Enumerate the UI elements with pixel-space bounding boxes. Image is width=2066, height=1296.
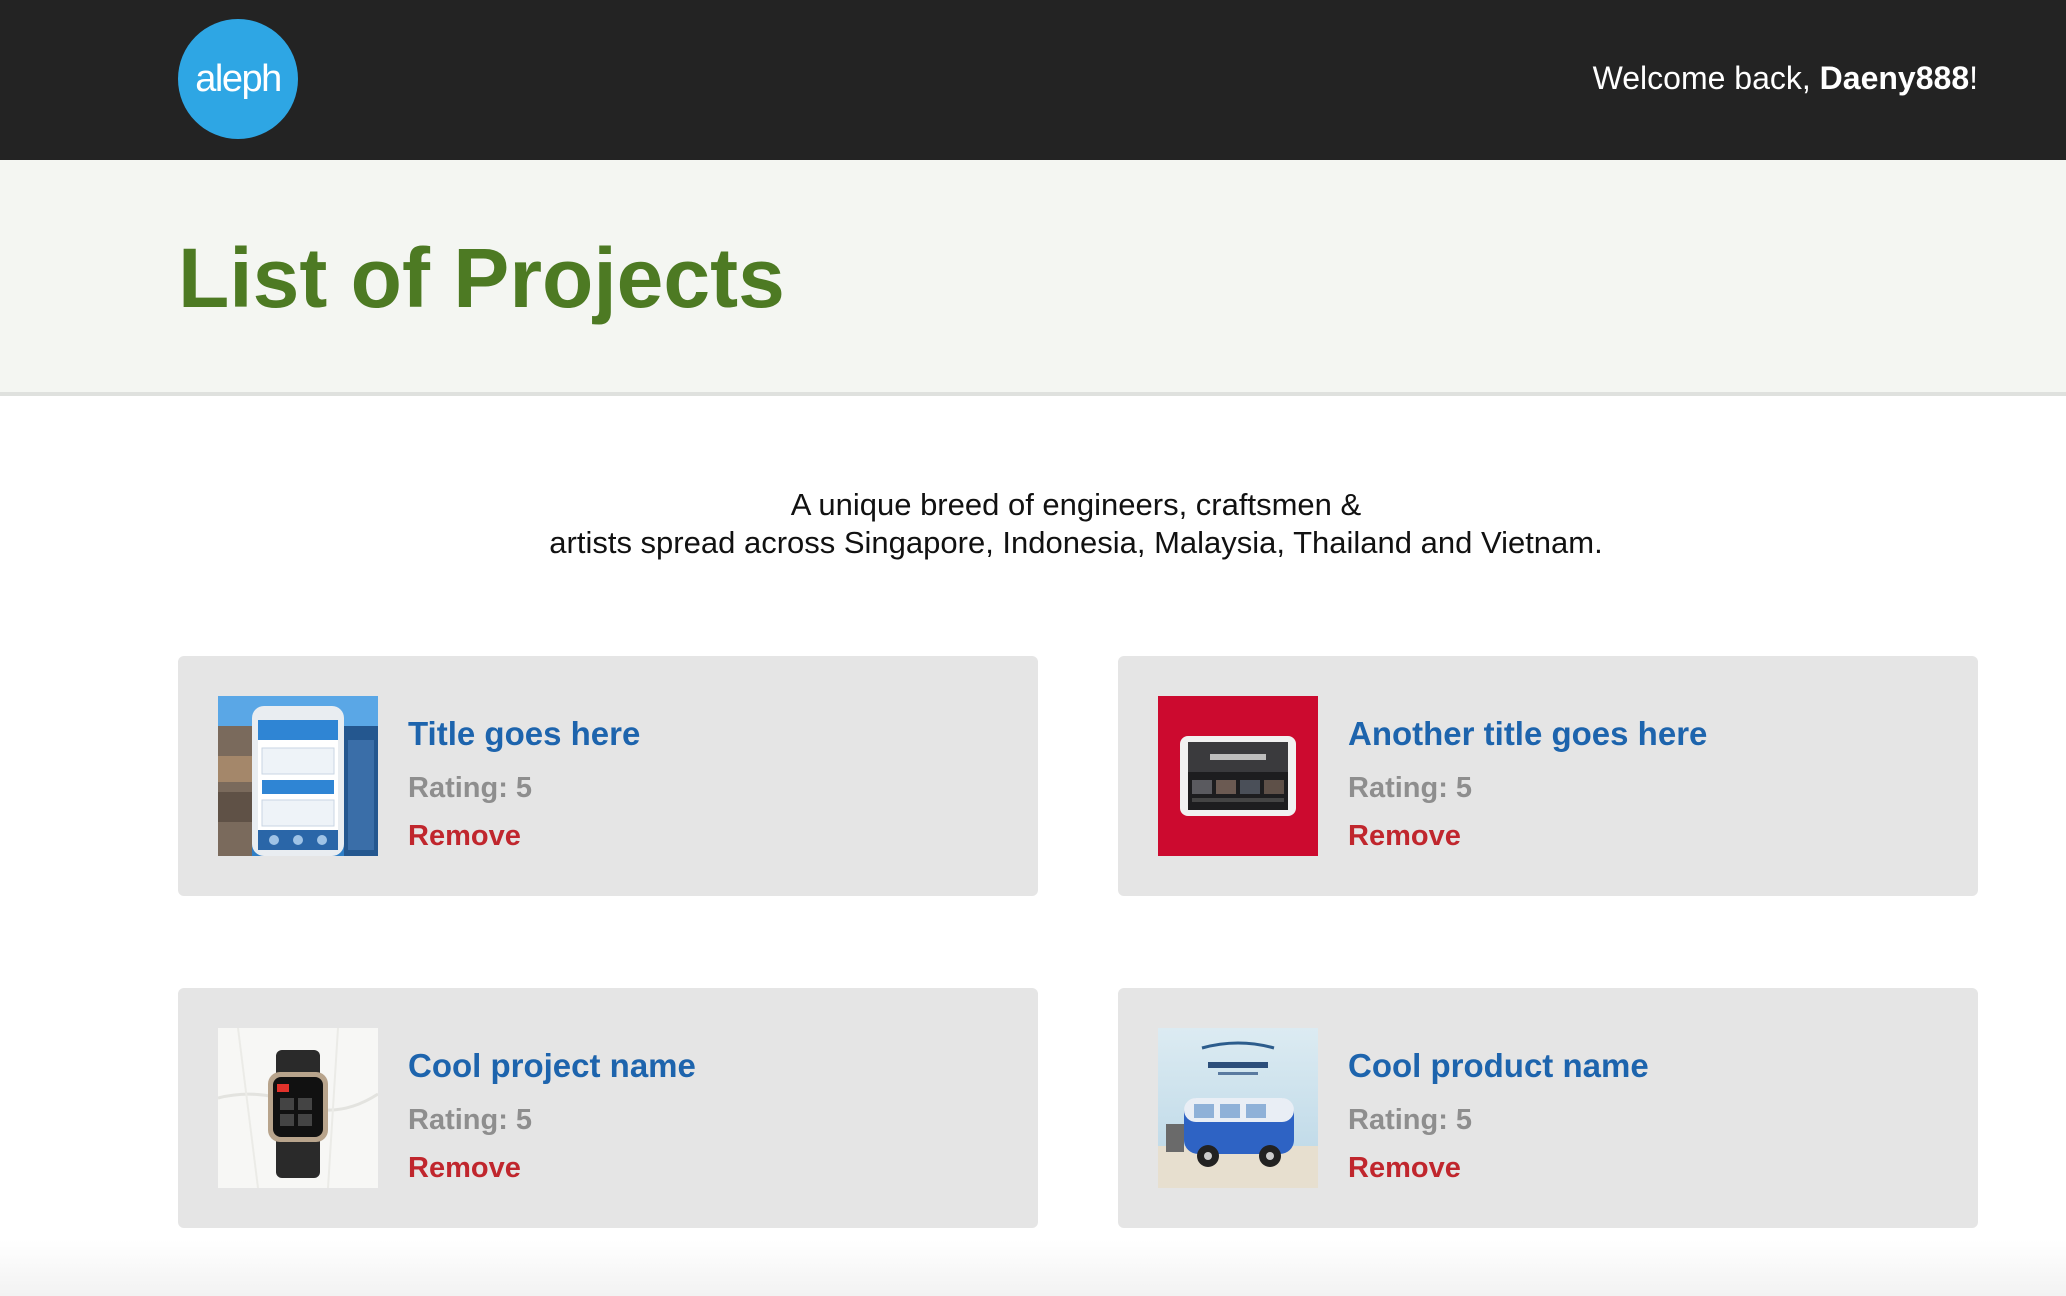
page-header-band: List of Projects xyxy=(0,160,2066,396)
project-card: Title goes here Rating: 5 Remove xyxy=(178,656,1038,896)
project-rating: Rating: 5 xyxy=(1348,1104,1473,1136)
tagline: A unique breed of engineers, craftsmen &… xyxy=(0,486,2066,562)
project-title-link[interactable]: Cool project name xyxy=(408,1046,696,1086)
project-card: Another title goes here Rating: 5 Remove xyxy=(1118,656,1978,896)
remove-button[interactable]: Remove xyxy=(1348,1150,1461,1186)
project-title-link[interactable]: Title goes here xyxy=(408,714,640,754)
tagline-line-2: artists spread across Singapore, Indones… xyxy=(549,525,1603,560)
project-rating: Rating: 5 xyxy=(408,772,533,804)
project-card: Cool project name Rating: 5 Remove xyxy=(178,988,1038,1228)
project-title-link[interactable]: Another title goes here xyxy=(1348,714,1707,754)
logo-text: aleph xyxy=(195,57,282,100)
welcome-prefix: Welcome back, xyxy=(1592,60,1820,96)
welcome-suffix: ! xyxy=(1969,60,1978,96)
project-card: Cool product name Rating: 5 Remove xyxy=(1118,988,1978,1228)
username: Daeny888 xyxy=(1819,60,1970,96)
mobile-app-screens-image[interactable] xyxy=(218,696,378,856)
welcome-message: Welcome back, Daeny888! xyxy=(1593,58,1978,98)
page-bottom-edge xyxy=(0,1240,2066,1296)
aleph-logo[interactable]: aleph xyxy=(178,19,298,139)
blue-van-beach-image[interactable] xyxy=(1158,1028,1318,1188)
top-navigation-bar: aleph Welcome back, Daeny888! xyxy=(0,0,2066,160)
project-title-link[interactable]: Cool product name xyxy=(1348,1046,1649,1086)
remove-button[interactable]: Remove xyxy=(408,1150,521,1186)
tablet-on-red-image[interactable] xyxy=(1158,696,1318,856)
page-title: List of Projects xyxy=(178,231,785,325)
project-rating: Rating: 5 xyxy=(1348,772,1473,804)
tagline-line-1: A unique breed of engineers, craftsmen & xyxy=(790,487,1362,522)
remove-button[interactable]: Remove xyxy=(1348,818,1461,854)
project-rating: Rating: 5 xyxy=(408,1104,533,1136)
smartwatch-image[interactable] xyxy=(218,1028,378,1188)
remove-button[interactable]: Remove xyxy=(408,818,521,854)
